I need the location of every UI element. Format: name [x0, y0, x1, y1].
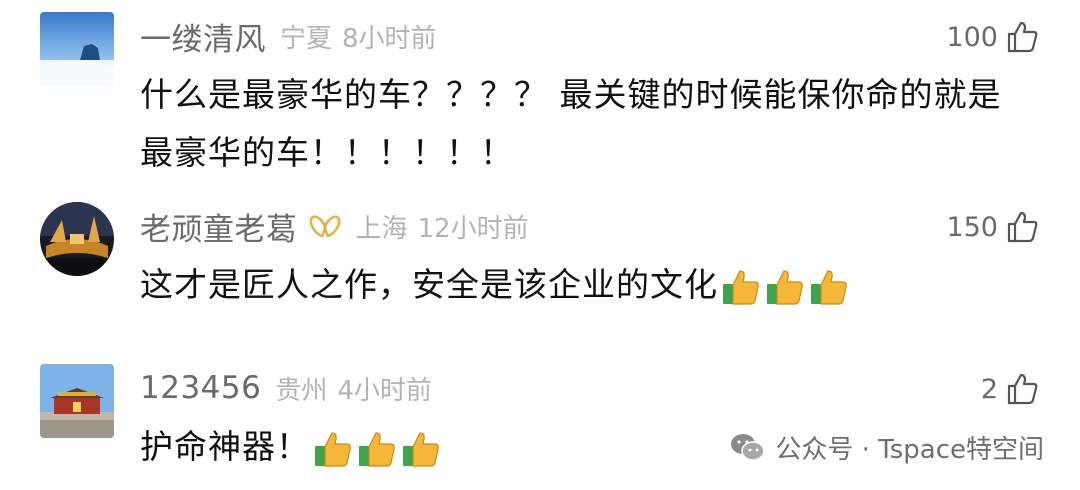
username[interactable]: 123456: [140, 370, 261, 406]
timestamp: 12小时前: [417, 213, 529, 244]
wechat-icon: [729, 432, 766, 462]
thumbs-up-emoji-icon: [764, 266, 806, 308]
timestamp: 8小时前: [342, 23, 437, 54]
thumbs-up-icon[interactable]: [1006, 372, 1040, 406]
comment-text: 这才是匠人之作，安全是该企业的文化: [140, 256, 1030, 314]
location: 上海: [355, 213, 408, 244]
thumbs-up-emoji-icon: [312, 428, 354, 470]
comment-meta: 老顽童老葛 上海 12小时前: [140, 204, 529, 249]
thumbs-up-emoji-icon: [720, 266, 762, 308]
thumbs-up-icon[interactable]: [1006, 20, 1040, 54]
like-button[interactable]: 150: [946, 208, 1040, 246]
thumbs-up-emoji-icon: [356, 428, 398, 470]
watermark-text: 公众号 · Tspace特空间: [775, 434, 1044, 465]
comment-text-content: 护命神器！: [140, 427, 310, 466]
vip-badge-icon: [308, 212, 342, 240]
watermark: 公众号 · Tspace特空间: [729, 427, 1044, 467]
avatar[interactable]: [40, 364, 114, 438]
avatar-image: [40, 12, 114, 86]
avatar-image: [40, 364, 114, 438]
thumbs-up-emoji-icon: [400, 428, 442, 470]
comment-meta: 一缕清风 宁夏 8小时前: [140, 14, 437, 59]
thumbs-up-emoji-icon: [808, 266, 850, 308]
like-count: 100: [946, 21, 998, 53]
username[interactable]: 老顽童老葛: [140, 204, 298, 249]
like-count: 2: [980, 373, 998, 405]
like-button[interactable]: 100: [946, 18, 1040, 56]
like-button[interactable]: 2: [981, 370, 1040, 408]
comment-meta: 123456 贵州 4小时前: [140, 368, 432, 408]
location: 宁夏: [280, 23, 333, 54]
timestamp: 4小时前: [337, 375, 432, 406]
comment-text-content: 什么是最豪华的车？？？？ 最关键的时候能保你命的就是最豪华的车！！！！！！: [140, 75, 1002, 172]
username[interactable]: 一缕清风: [140, 14, 266, 59]
comment-list: 一缕清风 宁夏 8小时前 100 什么是最豪华的车？？？？ 最关键的时候能保你命…: [0, 0, 1080, 490]
location: 贵州: [275, 375, 328, 406]
comment-text-content: 这才是匠人之作，安全是该企业的文化: [140, 265, 718, 304]
avatar[interactable]: [40, 202, 114, 276]
like-count: 150: [946, 211, 998, 243]
thumbs-up-icon[interactable]: [1006, 210, 1040, 244]
comment-text: 什么是最豪华的车？？？？ 最关键的时候能保你命的就是最豪华的车！！！！！！: [140, 66, 1030, 182]
emoji-row: [720, 266, 852, 308]
avatar-image: [40, 202, 114, 276]
avatar[interactable]: [40, 12, 114, 86]
emoji-row: [312, 428, 444, 470]
